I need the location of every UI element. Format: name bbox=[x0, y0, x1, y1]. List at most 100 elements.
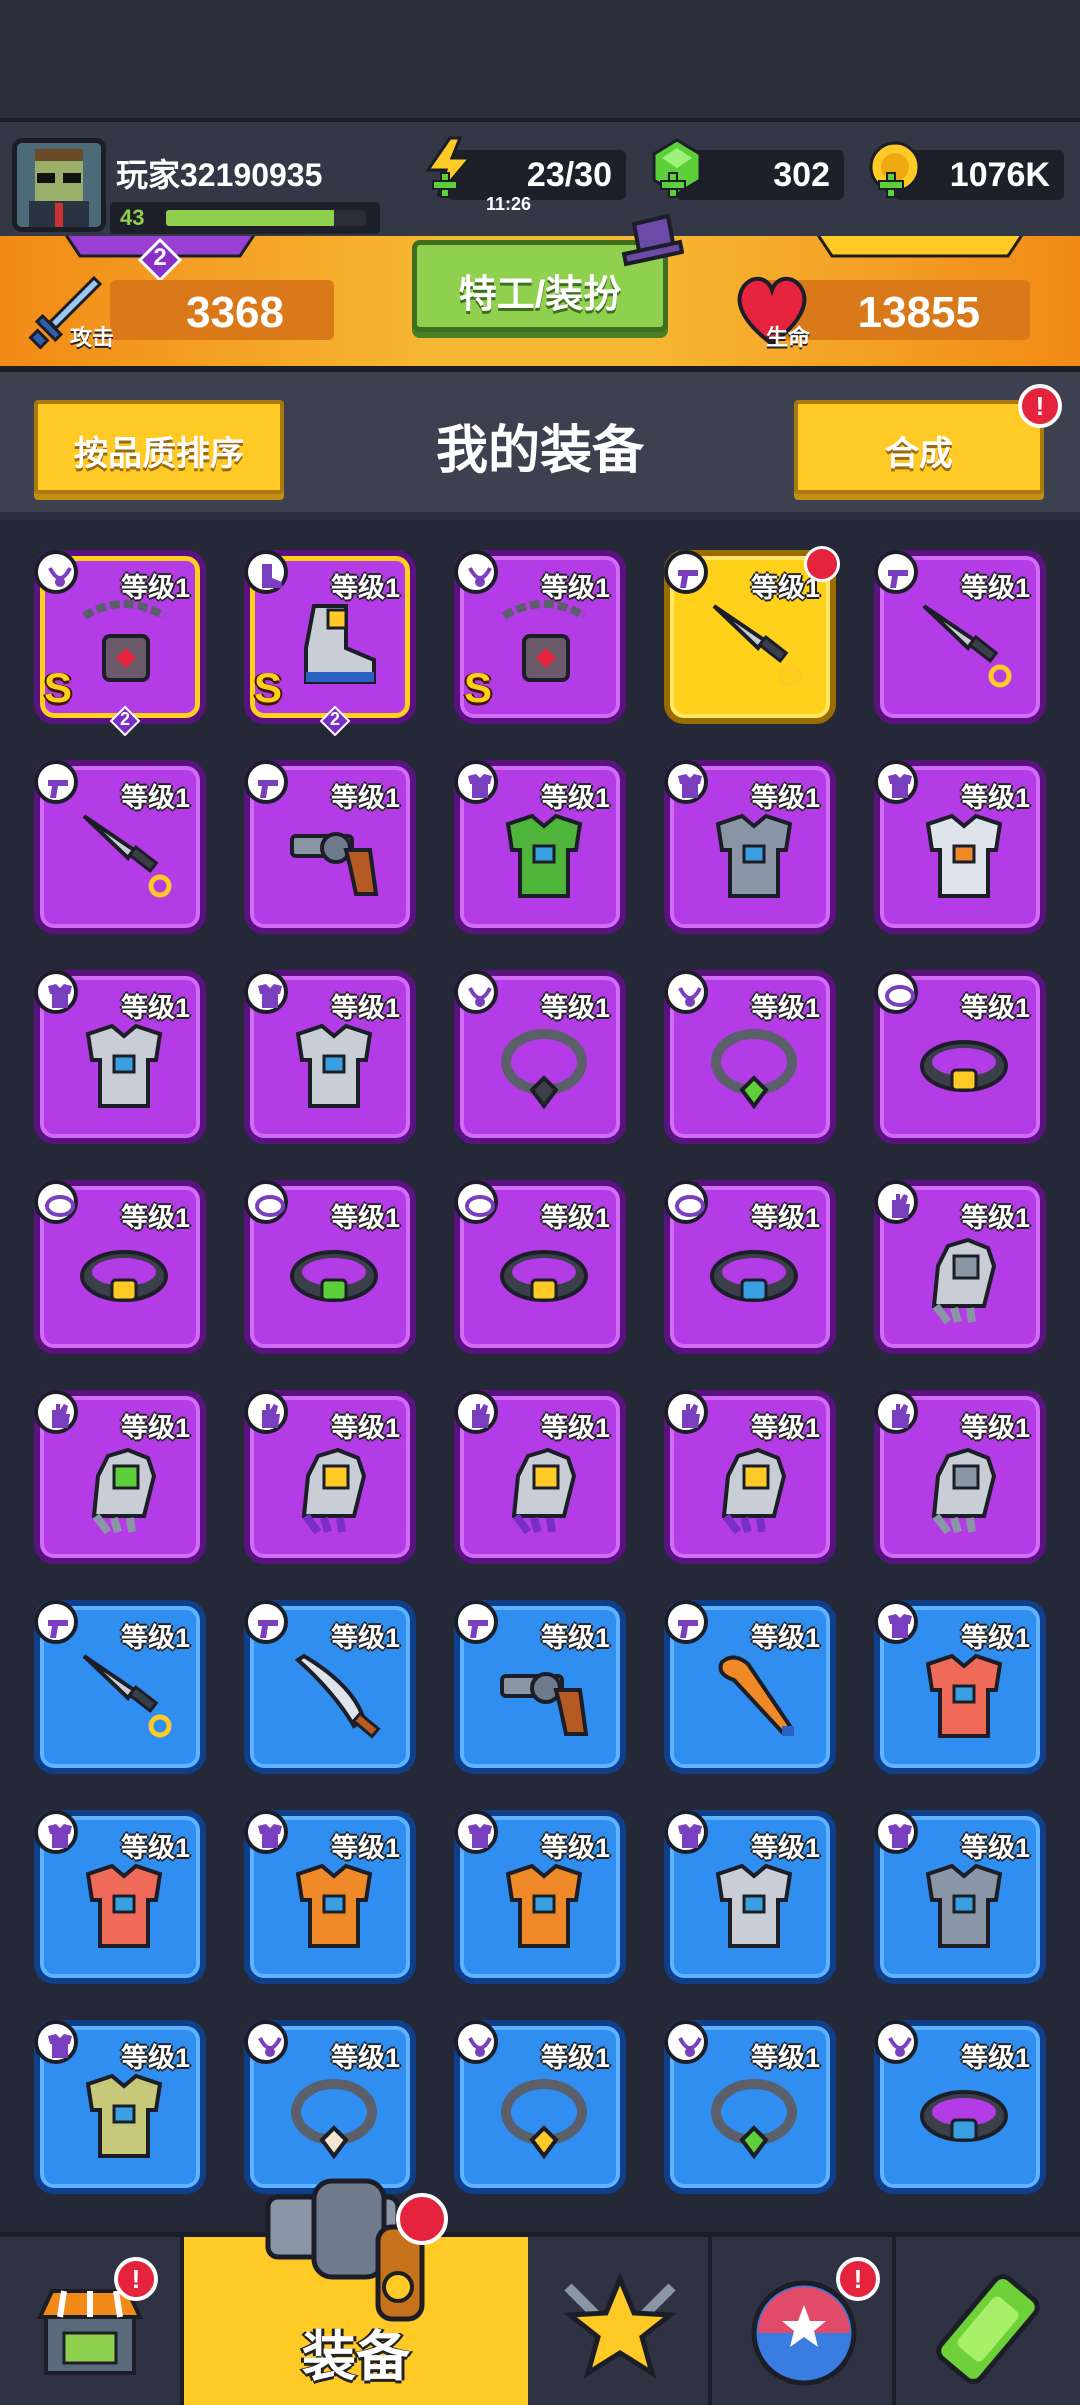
equipment-card[interactable]: 等级1 bbox=[244, 760, 416, 934]
red-vest-icon bbox=[925, 1653, 1003, 1738]
armor-icon bbox=[34, 970, 78, 1014]
armor-icon bbox=[244, 970, 288, 1014]
grade-badge: S bbox=[44, 664, 73, 711]
armor-icon bbox=[664, 760, 708, 804]
revolver-icon bbox=[500, 1672, 589, 1736]
player-level: 43 bbox=[120, 205, 145, 230]
equipment-card[interactable]: 等级1 bbox=[454, 1390, 626, 1564]
armor-icon bbox=[34, 1810, 78, 1854]
gem-counter[interactable]: 302 bbox=[652, 138, 844, 200]
bone-necklace-icon bbox=[291, 2079, 377, 2160]
equipment-card[interactable]: 等级1 bbox=[874, 1810, 1046, 1984]
equipment-card[interactable]: 等级1 bbox=[874, 550, 1046, 724]
weapon-icon bbox=[244, 760, 288, 804]
rank-badge-value: 2 bbox=[153, 244, 167, 271]
add-gem-icon[interactable] bbox=[660, 172, 686, 198]
attack-label: 攻击 bbox=[70, 325, 115, 350]
necklace-icon bbox=[874, 2020, 918, 2064]
armor-icon bbox=[874, 1600, 918, 1644]
steel-gauntlet-icon bbox=[931, 1237, 997, 1325]
equipment-card[interactable]: 等级1 bbox=[874, 760, 1046, 934]
equipment-card[interactable]: 等级1 bbox=[244, 1180, 416, 1354]
leaf-armor-icon bbox=[505, 813, 583, 898]
add-energy-icon[interactable] bbox=[432, 172, 458, 198]
star-rank-value: 2 bbox=[119, 709, 130, 729]
equipment-card[interactable]: 等级1 bbox=[454, 1600, 626, 1774]
belt-icon bbox=[454, 1180, 498, 1224]
dna-icon bbox=[936, 2274, 1040, 2384]
equipment-card[interactable]: 等级1 bbox=[244, 970, 416, 1144]
steel-gauntlet-icon bbox=[931, 1447, 997, 1535]
equipment-alert-badge bbox=[396, 2193, 448, 2245]
equipment-card[interactable]: 等级1 bbox=[454, 970, 626, 1144]
hat-icon bbox=[621, 214, 684, 267]
equipment-card[interactable]: 等级1 bbox=[34, 970, 206, 1144]
equipment-card[interactable]: 等级1 bbox=[454, 1180, 626, 1354]
equipment-card[interactable]: 等级1 bbox=[874, 2020, 1046, 2194]
necklace-icon bbox=[454, 550, 498, 594]
gem-value: 302 bbox=[773, 156, 830, 194]
equipment-card[interactable]: 等级1 bbox=[664, 1390, 836, 1564]
kunai-icon bbox=[82, 1654, 172, 1738]
status-bar bbox=[0, 0, 1080, 118]
equipment-card[interactable]: 等级1 bbox=[34, 1600, 206, 1774]
equipment-card[interactable]: 等级1 S 2 bbox=[34, 550, 206, 737]
tab-dna[interactable] bbox=[896, 2237, 1080, 2405]
tab-talent[interactable] bbox=[528, 2237, 712, 2405]
equipment-card[interactable]: 等级1 bbox=[874, 970, 1046, 1144]
equipment-card[interactable]: 等级1 bbox=[874, 1180, 1046, 1354]
armored-boot-icon bbox=[304, 604, 376, 684]
tab-gacha[interactable]: ! bbox=[712, 2237, 896, 2405]
star-rank-badge: 2 bbox=[319, 705, 351, 737]
equipment-card[interactable]: 等级1 bbox=[874, 1600, 1046, 1774]
avatar[interactable] bbox=[12, 138, 106, 232]
hp-banner-icon bbox=[816, 236, 1024, 258]
camo-shirt-icon bbox=[85, 2073, 163, 2158]
equipment-card[interactable]: 等级1 bbox=[244, 1600, 416, 1774]
armor-icon bbox=[454, 760, 498, 804]
weapon-icon bbox=[874, 550, 918, 594]
player-name: 玩家32190935 bbox=[116, 157, 323, 193]
tab-shop[interactable]: ! bbox=[0, 2237, 184, 2405]
necklace-icon bbox=[244, 2020, 288, 2064]
equipment-card[interactable]: 等级1 bbox=[244, 1390, 416, 1564]
hp-value: 13855 bbox=[857, 288, 980, 337]
tab-equipment[interactable]: 装备 bbox=[184, 2178, 528, 2405]
chain-lock-necklace-icon bbox=[501, 600, 587, 682]
equipment-card[interactable]: 等级1 bbox=[664, 2020, 836, 2194]
energy-counter[interactable]: 23/30 bbox=[425, 136, 626, 200]
steel-vest-icon bbox=[715, 1863, 793, 1948]
weapon-icon bbox=[34, 760, 78, 804]
equipment-card[interactable]: 等级1 bbox=[664, 760, 836, 934]
necklace-icon bbox=[664, 970, 708, 1014]
sort-by-quality-button[interactable]: 按品质排序 bbox=[34, 400, 284, 494]
equipment-card[interactable]: 等级1 bbox=[664, 970, 836, 1144]
coin-counter[interactable]: 1076K bbox=[869, 141, 1064, 200]
equipment-card[interactable]: 等级1 bbox=[244, 1810, 416, 1984]
equipment-card[interactable]: 等级1 bbox=[34, 1180, 206, 1354]
equipment-card[interactable]: 等级1 bbox=[664, 546, 840, 724]
top-bar: 玩家32190935 43 23/30 11:26 302 1076K bbox=[0, 118, 1080, 240]
merge-button[interactable]: 合成 bbox=[794, 400, 1044, 494]
equipment-card[interactable]: 等级1 bbox=[874, 1390, 1046, 1564]
merge-button-label: 合成 bbox=[885, 435, 953, 473]
equipment-card[interactable]: 等级1 bbox=[34, 760, 206, 934]
equipment-card[interactable]: 等级1 S bbox=[454, 550, 626, 724]
equipment-card[interactable]: 等级1 bbox=[34, 1390, 206, 1564]
equipment-card[interactable]: 等级1 bbox=[664, 1600, 836, 1774]
equipment-card[interactable]: 等级1 bbox=[664, 1180, 836, 1354]
equipment-card[interactable]: 等级1 bbox=[454, 760, 626, 934]
necklace-icon bbox=[34, 550, 78, 594]
rope-belt-icon bbox=[920, 1040, 1008, 1092]
equipment-card[interactable]: 等级1 bbox=[664, 1810, 836, 1984]
equipment-card[interactable]: 等级1 S 2 bbox=[244, 550, 416, 737]
player-level-bar: 43 bbox=[110, 202, 380, 234]
equipment-card[interactable]: 等级1 bbox=[454, 2020, 626, 2194]
equipment-card[interactable]: 等级1 bbox=[454, 1810, 626, 1984]
kunai-icon bbox=[712, 604, 802, 688]
new-item-badge bbox=[804, 546, 840, 582]
coin-value: 1076K bbox=[949, 156, 1050, 194]
equipment-card[interactable]: 等级1 bbox=[34, 2020, 206, 2194]
equipment-card[interactable]: 等级1 bbox=[34, 1810, 206, 1984]
add-coin-icon[interactable] bbox=[878, 172, 904, 198]
